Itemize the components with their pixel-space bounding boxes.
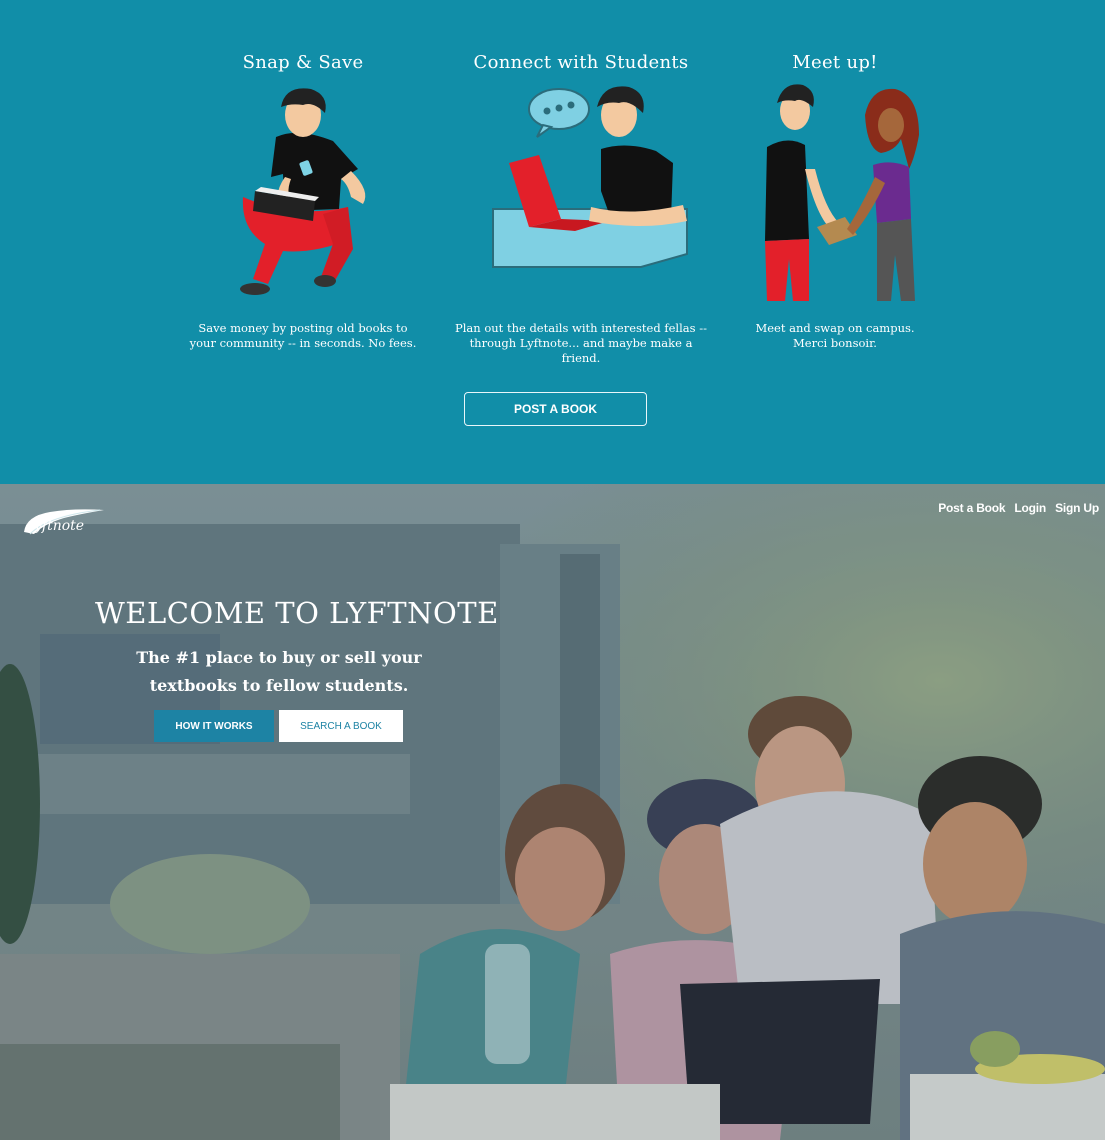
hero-background-photo [0,484,1105,1140]
how-it-works-button[interactable]: HOW IT WORKS [154,710,274,742]
hero-tagline: The #1 place to buy or sell your textboo… [136,648,422,695]
student-laptop-illustration [451,79,711,307]
nav-login-link[interactable]: Login [1014,501,1046,515]
post-a-book-button[interactable]: POST A BOOK [464,392,647,426]
step-connect-with-students: Connect with Students Plan out the detai… [451,52,711,366]
hero-section: yftnote Post a Book Login Sign Up WELCOM… [0,484,1105,1140]
step-title: Snap & Save [242,52,364,73]
step-caption-line-2: Merci bonsoir. [793,336,877,350]
step-caption-line-2: through Lyftnote... and maybe make a fri… [469,336,693,365]
logo-text: yftnote [34,518,85,534]
step-title: Connect with Students [473,52,689,73]
step-caption-line-1: Save money by posting old books to [198,321,408,335]
search-a-book-button[interactable]: SEARCH A BOOK [279,710,403,742]
step-snap-and-save: Snap & Save Save money by posting old bo… [173,52,433,351]
how-it-works-section: Snap & Save Save money by posting old bo… [0,0,1105,484]
step-caption-line-1: Plan out the details with interested fel… [455,321,707,335]
nav-post-a-book-link[interactable]: Post a Book [938,501,1005,515]
nav-signup-link[interactable]: Sign Up [1055,501,1099,515]
students-swapping-illustration [705,79,965,307]
step-meet-up: Meet up! Meet and swap on campus. Merci … [705,52,965,351]
step-title: Meet up! [792,52,878,73]
student-reading-illustration [173,79,433,307]
top-nav: Post a Book Login Sign Up [938,501,1099,515]
step-caption-line-1: Meet and swap on campus. [755,321,915,335]
step-caption-line-2: your community -- in seconds. No fees. [189,336,417,350]
hero-title: WELCOME TO LYFTNOTE [95,596,499,630]
